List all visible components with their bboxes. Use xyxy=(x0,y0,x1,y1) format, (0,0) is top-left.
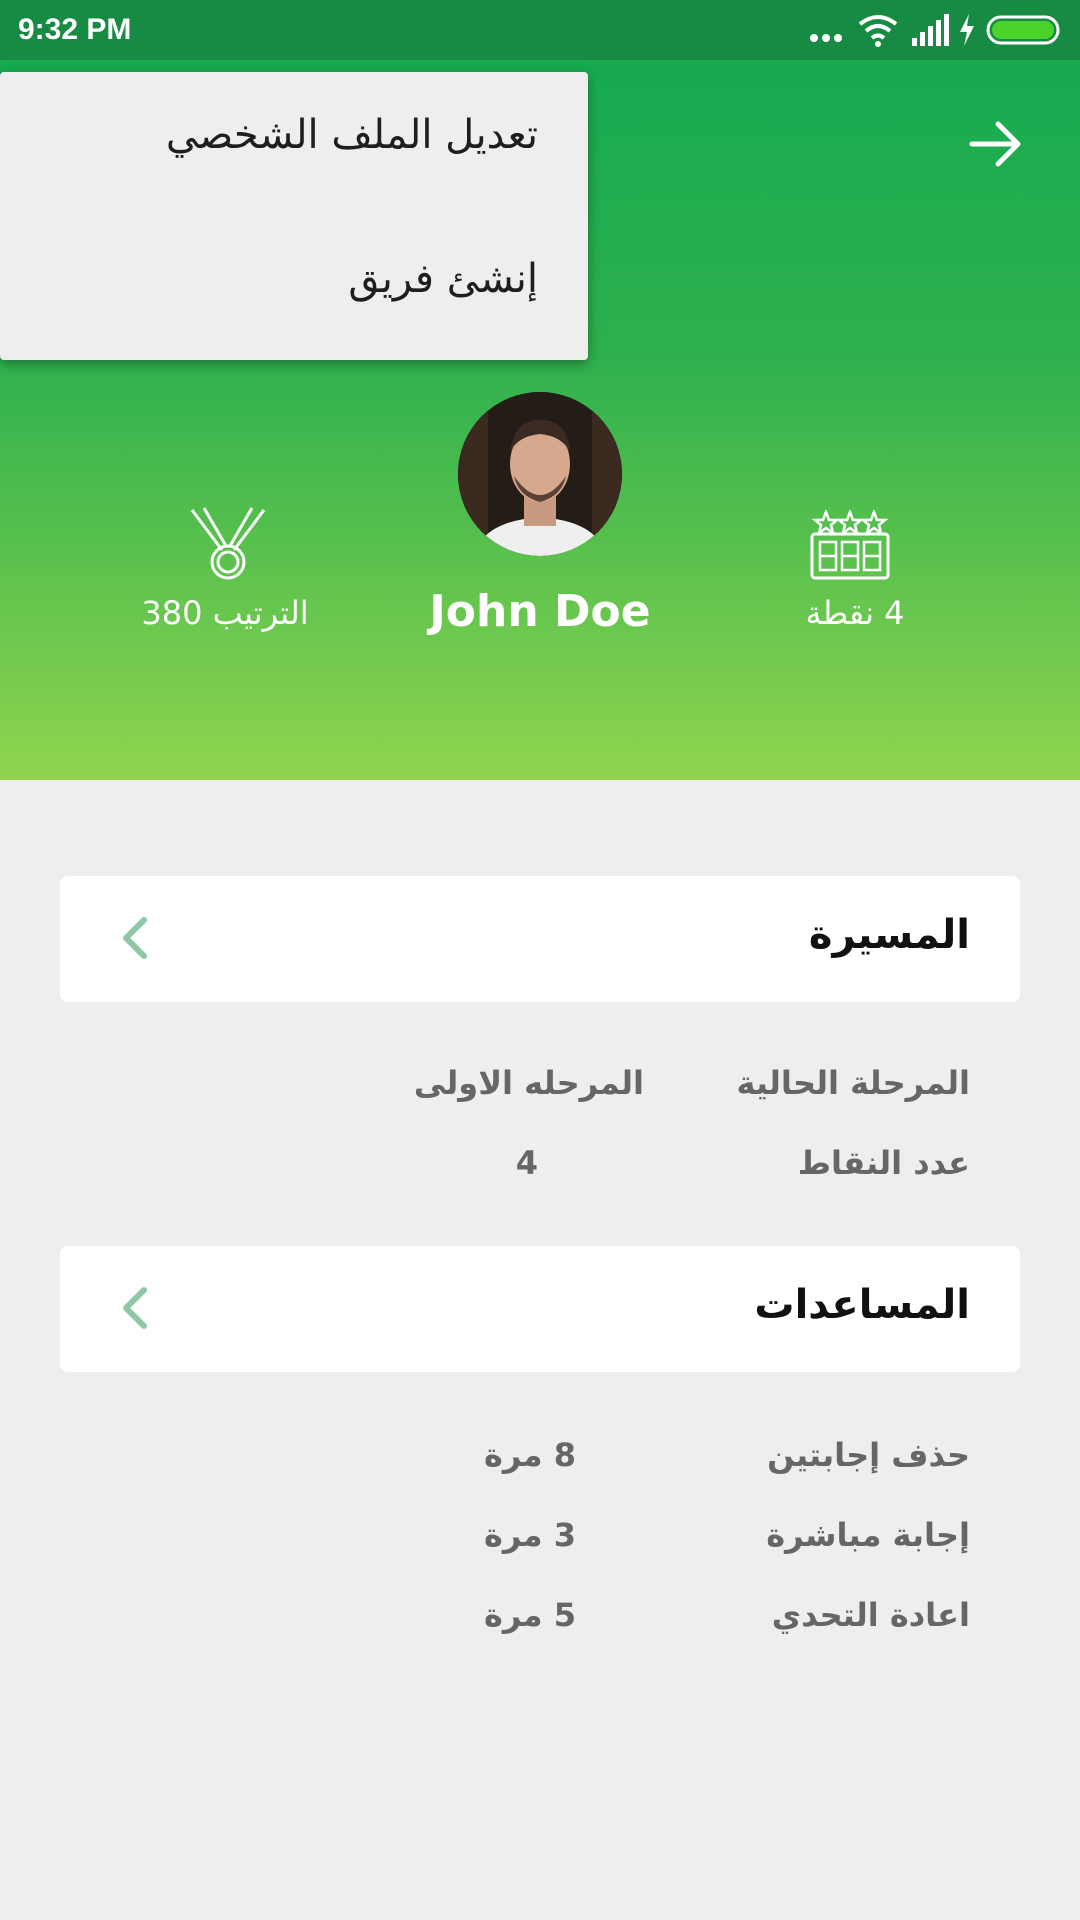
status-icons xyxy=(806,12,1066,48)
helps-title: المساعدات xyxy=(754,1282,970,1328)
wifi-icon xyxy=(858,15,898,47)
battery-icon xyxy=(986,15,1060,45)
helps-row-value: 3 مرة xyxy=(483,1516,576,1554)
menu-item-create-team[interactable]: إنشئ فريق xyxy=(348,256,538,302)
medal-icon xyxy=(190,507,266,580)
chevron-left-icon[interactable] xyxy=(114,1286,154,1330)
helps-row-value: 8 مرة xyxy=(483,1436,576,1474)
helps-row-label: إجابة مباشرة xyxy=(766,1516,970,1554)
status-bar: 9:32 PM xyxy=(0,0,1080,60)
points-label: 4 نقطة xyxy=(805,594,905,632)
journey-row-label: عدد النقاط xyxy=(797,1144,970,1182)
journey-card[interactable]: المسيرة xyxy=(60,876,1020,1002)
journey-title: المسيرة xyxy=(808,912,970,958)
rank-label: الترتيب 380 xyxy=(141,594,309,632)
scoreboard-icon xyxy=(810,510,890,580)
more-dots-icon xyxy=(810,34,842,42)
avatar-image xyxy=(458,392,622,556)
user-name: John Doe xyxy=(429,586,651,637)
journey-row-value: 4 xyxy=(515,1144,538,1182)
menu-item-edit-profile[interactable]: تعديل الملف الشخصي xyxy=(166,112,538,158)
helps-row-value: 5 مرة xyxy=(483,1596,576,1634)
chevron-left-icon[interactable] xyxy=(114,916,154,960)
journey-row-label: المرحلة الحالية xyxy=(736,1064,970,1102)
status-time: 9:32 PM xyxy=(18,13,132,46)
charging-icon xyxy=(960,14,974,46)
helps-row-label: اعادة التحدي xyxy=(771,1596,970,1634)
helps-row-label: حذف إجابتين xyxy=(767,1436,970,1474)
journey-row-value: المرحله الاولى xyxy=(413,1064,644,1102)
overflow-menu: تعديل الملف الشخصي إنشئ فريق xyxy=(0,72,588,360)
arrow-right-icon[interactable] xyxy=(966,114,1026,174)
avatar xyxy=(458,392,622,556)
signal-icon xyxy=(912,14,949,46)
helps-card[interactable]: المساعدات xyxy=(60,1246,1020,1372)
